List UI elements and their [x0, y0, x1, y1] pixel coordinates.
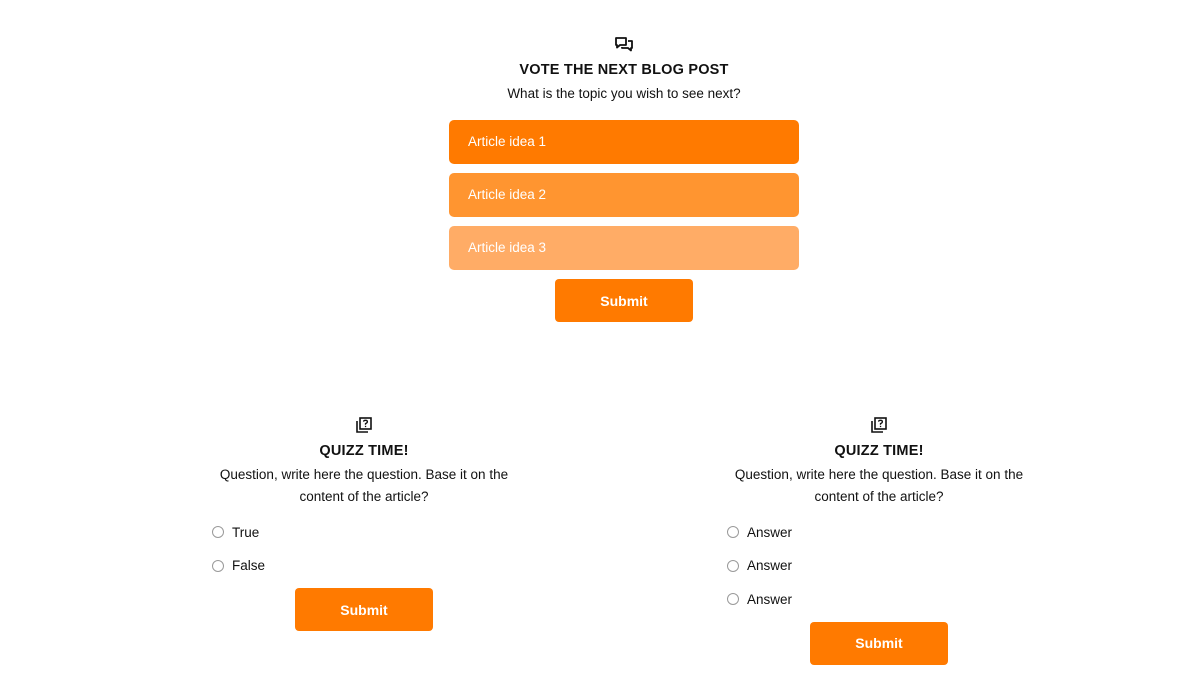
answer-option-true[interactable]: True [212, 521, 544, 543]
quiz-question-line-2: content of the article? [299, 489, 429, 504]
poll-option-3[interactable]: Article idea 3 [449, 226, 799, 270]
answer-label: Answer [747, 591, 793, 607]
quiz-answers: Answer Answer Answer [727, 521, 1059, 610]
radio-button[interactable] [727, 526, 739, 538]
poll-submit-button[interactable]: Submit [555, 279, 693, 322]
answer-option-2[interactable]: Answer [727, 555, 1059, 577]
quiz-title: QUIZZ TIME! [834, 443, 924, 459]
blog-poll: VOTE THE NEXT BLOG POST What is the topi… [449, 36, 799, 322]
quiz-question-line-1: Question, write here the question. Base … [219, 467, 509, 482]
question-cards-icon [869, 417, 889, 435]
poll-title: VOTE THE NEXT BLOG POST [519, 62, 729, 78]
answer-label: Answer [747, 524, 793, 540]
quiz-question-line-1: Question, write here the question. Base … [734, 467, 1024, 482]
radio-button[interactable] [727, 559, 739, 572]
poll-option-1[interactable]: Article idea 1 [449, 120, 799, 164]
chat-bubbles-icon [614, 36, 634, 54]
answer-option-1[interactable]: Answer [727, 521, 1059, 543]
page: VOTE THE NEXT BLOG POST What is the topi… [0, 0, 1200, 700]
radio-button[interactable] [727, 593, 739, 605]
quiz-question: Question, write here the question. Base … [184, 464, 544, 508]
quiz-question: Question, write here the question. Base … [699, 464, 1059, 508]
poll-option-2[interactable]: Article idea 2 [449, 173, 799, 217]
quiz-multiple-choice: QUIZZ TIME! Question, write here the que… [699, 417, 1059, 665]
answer-option-3[interactable]: Answer [727, 588, 1059, 610]
radio-button[interactable] [212, 526, 224, 538]
answer-label: False [232, 558, 266, 573]
quiz-question-line-2: content of the article? [814, 489, 944, 504]
answer-option-false[interactable]: False [212, 555, 544, 577]
poll-subtitle: What is the topic you wish to see next? [507, 86, 741, 101]
answer-label: True [232, 524, 260, 540]
question-cards-icon [354, 417, 374, 435]
radio-button[interactable] [212, 559, 224, 572]
poll-options: Article idea 1 Article idea 2 Article id… [449, 120, 799, 270]
quiz-submit-button[interactable]: Submit [295, 588, 433, 631]
answer-label: Answer [747, 558, 793, 573]
quiz-title: QUIZZ TIME! [319, 443, 409, 459]
quiz-answers: True False [212, 521, 544, 577]
quiz-submit-button[interactable]: Submit [810, 621, 948, 665]
quiz-true-false: QUIZZ TIME! Question, write here the que… [184, 417, 544, 631]
